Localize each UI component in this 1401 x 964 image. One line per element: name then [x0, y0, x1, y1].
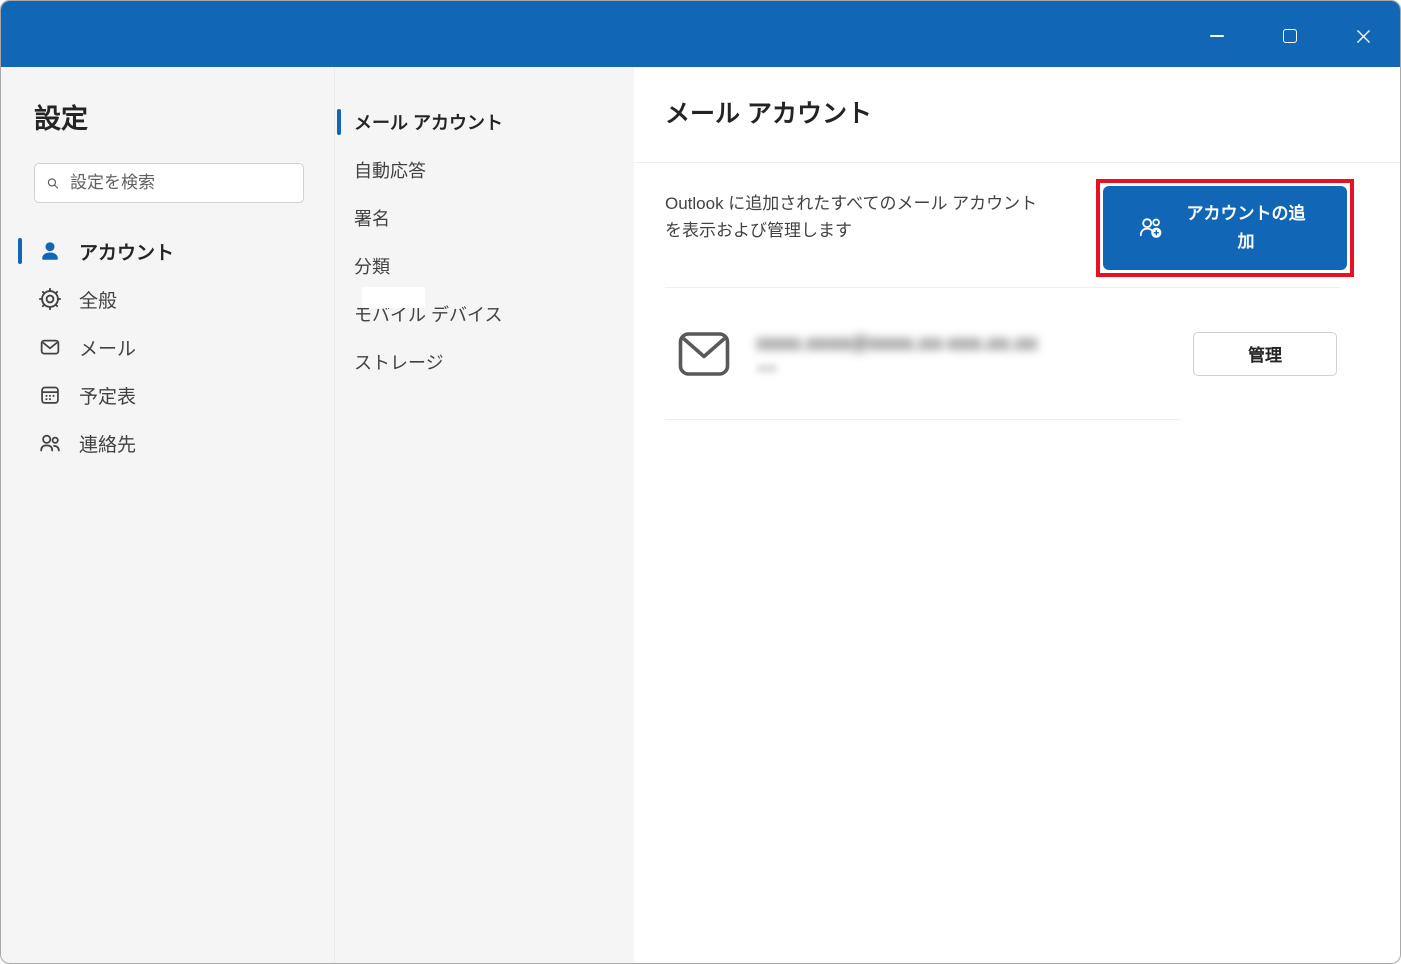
- account-row: xxxx.xxxx@xxxx.xx-xxx.xx.xx xxx 管理: [665, 288, 1337, 419]
- person-add-icon: [1139, 218, 1162, 238]
- sidebar-item-calendar[interactable]: 予定表: [1, 371, 334, 419]
- titlebar: [1, 1, 1400, 67]
- maximize-icon: [1283, 29, 1297, 43]
- subnav-item-categories[interactable]: 分類: [335, 242, 634, 290]
- subnav-item-label: 自動応答: [354, 161, 426, 181]
- subnav-item-mail-accounts[interactable]: メール アカウント: [335, 98, 634, 146]
- sidebar-item-label: 連絡先: [79, 434, 137, 456]
- mail-account-icon: [678, 331, 730, 376]
- mail-icon: [40, 339, 60, 355]
- account-info: xxxx.xxxx@xxxx.xx-xxx.xx.xx xxx: [757, 333, 1038, 375]
- selected-indicator: [337, 109, 341, 135]
- account-settings-subnav: メール アカウント 自動応答 署名 分類 モバイル デバイス ストレージ: [334, 67, 634, 963]
- settings-title: 設定: [34, 104, 88, 134]
- subnav-item-label: ストレージ: [354, 353, 444, 373]
- redaction-overlay: [362, 287, 425, 308]
- annotation-highlight-red-box: アカウントの追加: [1096, 179, 1354, 277]
- sidebar-item-mail[interactable]: メール: [1, 323, 334, 371]
- minimize-icon: [1210, 35, 1224, 37]
- account-type-redacted: xxx: [757, 359, 777, 375]
- settings-search[interactable]: [34, 163, 304, 203]
- page-title: メール アカウント: [665, 100, 872, 128]
- sidebar-item-contacts[interactable]: 連絡先: [1, 419, 334, 467]
- outlook-settings-window: 設定 アカウント: [0, 0, 1401, 964]
- minimize-button[interactable]: [1194, 17, 1240, 55]
- divider: [665, 419, 1180, 420]
- description-line-2: を表示および管理します: [665, 221, 852, 240]
- gear-icon: [39, 288, 61, 310]
- sidebar-item-label: メール: [79, 338, 137, 360]
- maximize-button[interactable]: [1267, 17, 1313, 55]
- sidebar-item-general[interactable]: 全般: [1, 275, 334, 323]
- person-icon: [42, 242, 58, 260]
- subnav-item-signature[interactable]: 署名: [335, 194, 634, 242]
- description-line-1: Outlook に追加されたすべてのメール アカウント: [665, 194, 1038, 213]
- sidebar-item-label: 予定表: [79, 386, 137, 408]
- close-icon: [1356, 29, 1370, 43]
- subnav-item-label: 署名: [354, 209, 390, 229]
- manage-button[interactable]: 管理: [1193, 331, 1337, 376]
- account-email-redacted: xxxx.xxxx@xxxx.xx-xxx.xx.xx: [757, 332, 1038, 353]
- window-controls: [1194, 17, 1386, 55]
- subnav-item-auto-reply[interactable]: 自動応答: [335, 146, 634, 194]
- sidebar-item-label: アカウント: [79, 242, 175, 264]
- settings-sidebar: 設定 アカウント: [1, 67, 334, 963]
- subnav-item-label: メール アカウント: [354, 113, 504, 133]
- subnav-item-label: 分類: [354, 257, 390, 277]
- search-icon: [47, 177, 59, 189]
- mail-accounts-panel: メール アカウント Outlook に追加されたすべてのメール アカウント を表…: [634, 67, 1400, 963]
- subnav-item-storage[interactable]: ストレージ: [335, 338, 634, 386]
- add-account-button[interactable]: アカウントの追加: [1103, 186, 1347, 270]
- sidebar-nav: アカウント 全般 メール 予定表 連絡先: [1, 227, 334, 467]
- calendar-icon: [41, 386, 59, 404]
- selected-indicator: [18, 238, 22, 264]
- people-icon: [40, 434, 60, 452]
- accounts-description: Outlook に追加されたすべてのメール アカウント を表示および管理します: [665, 190, 1037, 244]
- accounts-header-row: Outlook に追加されたすべてのメール アカウント を表示および管理します: [665, 163, 1354, 277]
- close-button[interactable]: [1340, 17, 1386, 55]
- sidebar-item-account[interactable]: アカウント: [1, 227, 334, 275]
- add-account-button-label: アカウントの追加: [1186, 204, 1306, 251]
- search-input[interactable]: [68, 172, 293, 194]
- sidebar-item-label: 全般: [79, 290, 118, 312]
